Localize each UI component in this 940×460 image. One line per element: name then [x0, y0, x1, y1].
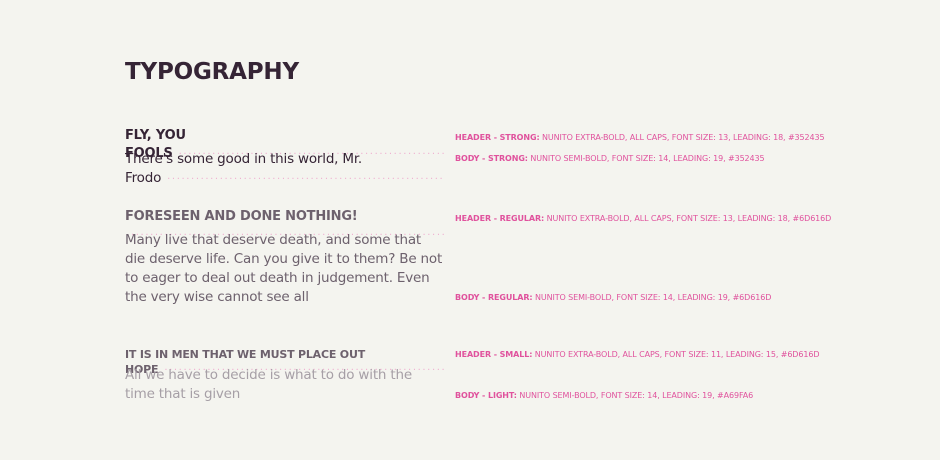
spec-details: NUNITO SEMI-BOLD, FONT SIZE: 14, LEADING… [530, 154, 765, 163]
sample-text: Many live that deserve death, and some t… [125, 232, 443, 305]
spec-name: BODY - LIGHT: [455, 391, 517, 400]
spec-name: HEADER - STRONG: [455, 133, 540, 142]
spec-body-strong: BODY - STRONG: NUNITO SEMI-BOLD, FONT SI… [455, 154, 765, 164]
spec-header-regular: HEADER - REGULAR: NUNITO EXTRA-BOLD, ALL… [455, 214, 831, 224]
sample-text: FORESEEN AND DONE NOTHING! [125, 209, 358, 224]
spec-body-regular: BODY - REGULAR: NUNITO SEMI-BOLD, FONT S… [455, 293, 771, 303]
dotted-leader: ········································… [167, 174, 445, 185]
spec-name: BODY - STRONG: [455, 154, 528, 163]
spec-name: BODY - REGULAR: [455, 293, 533, 302]
spec-details: NUNITO EXTRA-BOLD, ALL CAPS, FONT SIZE: … [542, 133, 825, 142]
spec-header-strong: HEADER - STRONG: NUNITO EXTRA-BOLD, ALL … [455, 133, 825, 143]
spec-body-light: BODY - LIGHT: NUNITO SEMI-BOLD, FONT SIZ… [455, 391, 753, 401]
spec-name: HEADER - SMALL: [455, 350, 533, 359]
sample-text: All we have to decide is what to do with… [125, 367, 412, 402]
spec-details: NUNITO SEMI-BOLD, FONT SIZE: 14, LEADING… [519, 391, 754, 400]
spec-details: NUNITO EXTRA-BOLD, ALL CAPS, FONT SIZE: … [546, 214, 832, 223]
spec-details: NUNITO SEMI-BOLD, FONT SIZE: 14, LEADING… [534, 293, 772, 302]
sample-body-light: All we have to decide is what to do with… [125, 366, 443, 404]
sample-body-strong: There's some good in this world, Mr. Fro… [125, 150, 445, 189]
spec-header-small: HEADER - SMALL: NUNITO EXTRA-BOLD, ALL C… [455, 350, 820, 360]
spec-name: HEADER - REGULAR: [455, 214, 545, 223]
sample-body-regular: Many live that deserve death, and some t… [125, 231, 443, 307]
spec-details: NUNITO EXTRA-BOLD, ALL CAPS, FONT SIZE: … [534, 350, 820, 359]
page-title: TYPOGRAPHY [125, 59, 299, 85]
